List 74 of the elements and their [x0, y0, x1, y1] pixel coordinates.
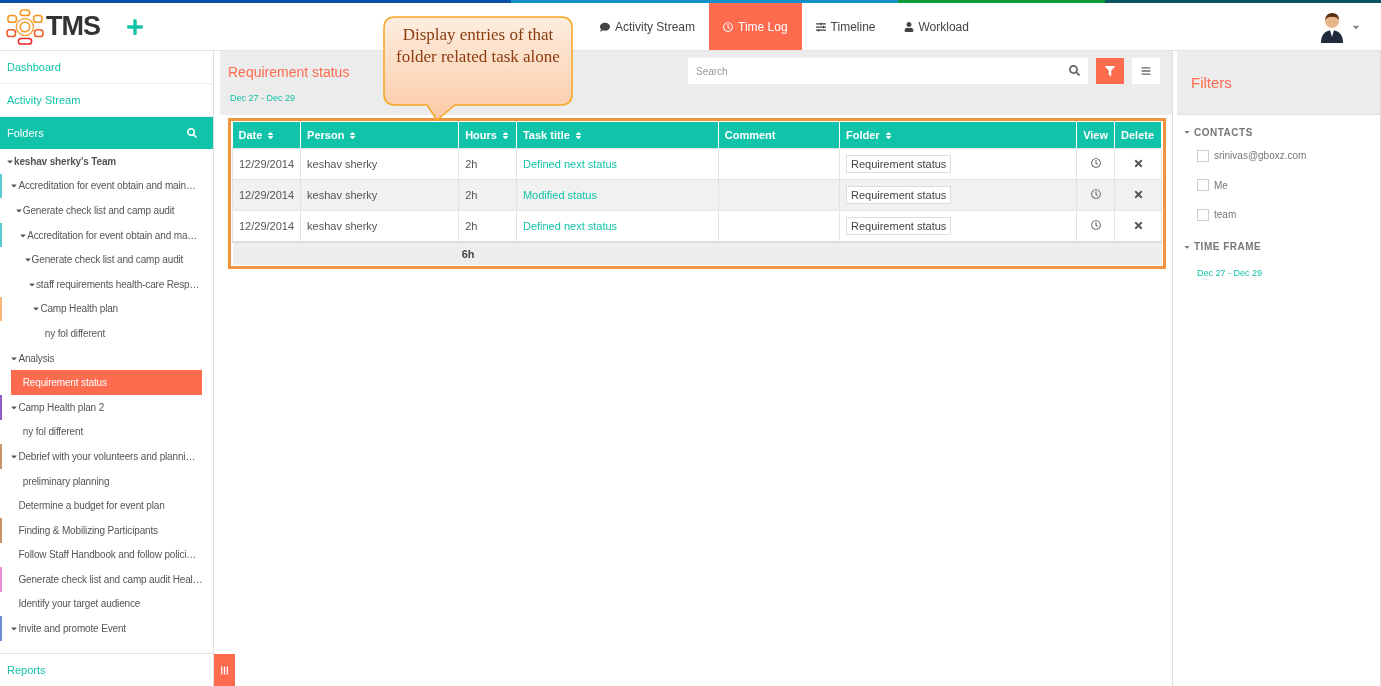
folder-tree-item[interactable]: Determine a budget for event plan: [0, 493, 213, 518]
checkbox-label: srinivas@gboxz.com: [1214, 150, 1307, 162]
folder-tree-item[interactable]: ny fol different: [0, 419, 213, 445]
folder-tree-item[interactable]: Camp Health plan 2: [0, 394, 213, 420]
avatar-icon[interactable]: [1319, 10, 1345, 43]
logo-text: TMS: [46, 11, 100, 42]
checkbox[interactable]: [1197, 208, 1209, 221]
folder-tree-item[interactable]: Accreditation for event obtain and main…: [0, 173, 213, 199]
filter-section-title[interactable]: CONTACTS: [1194, 126, 1253, 138]
table-cell: 2h: [458, 148, 517, 180]
menu-icon: [1141, 66, 1151, 76]
column-header: View: [1076, 122, 1115, 149]
column-header: Delete: [1114, 122, 1162, 149]
page-title: Requirement status: [228, 64, 350, 80]
comment-icon: [600, 21, 610, 32]
folder-tree-item[interactable]: Debrief with your volunteers and planni…: [0, 444, 213, 469]
checkbox-label: Me: [1214, 179, 1228, 191]
search-icon[interactable]: [1069, 65, 1080, 76]
filter-icon: [1105, 66, 1115, 76]
folder-tree-item[interactable]: staff requirements health-care Resp…: [0, 271, 213, 297]
clock-icon[interactable]: [1090, 189, 1101, 199]
date-range: Dec 27 - Dec 29: [1196, 266, 1264, 278]
folder-tree-item[interactable]: Follow Staff Handbook and follow polici…: [0, 542, 213, 568]
sliders-icon: [815, 21, 826, 32]
table-cell: keshav sherky: [300, 210, 459, 242]
folder-tag: Requirement status: [845, 186, 952, 204]
caret-down-icon[interactable]: [14, 206, 23, 215]
nav-tab[interactable]: Workload: [889, 3, 983, 50]
filter-section-title[interactable]: TIME FRAME: [1194, 241, 1262, 252]
table-cell: 12/29/2014: [232, 210, 301, 242]
close-icon[interactable]: [1132, 219, 1144, 231]
column-header: Comment: [718, 122, 840, 149]
folder-tree-item[interactable]: Finding & Mobilizing Participants: [0, 517, 213, 543]
folder-tree-item[interactable]: keshav sherky's Team: [0, 149, 213, 174]
table-cell: 12/29/2014: [232, 148, 301, 180]
menu-button[interactable]: [1132, 58, 1160, 84]
search-field[interactable]: Search: [688, 58, 1088, 84]
checkbox[interactable]: [1197, 179, 1209, 192]
folder-tree-item[interactable]: Analysis: [0, 345, 213, 371]
table-cell: 2h: [458, 210, 517, 242]
resize-handle[interactable]: [214, 654, 235, 686]
folder-tree-item[interactable]: ny fol different: [0, 321, 213, 346]
callout-text: Display entries of that folder related task alone: [395, 24, 561, 68]
table-cell: 12/29/2014: [232, 179, 301, 211]
clock-icon: [723, 21, 733, 32]
table-cell: keshav sherky: [300, 179, 459, 211]
folder-tree-item[interactable]: preliminary planning: [0, 468, 213, 494]
logo-icon: [6, 7, 44, 46]
folder-tree-item[interactable]: Identify your target audience: [0, 591, 213, 617]
close-icon[interactable]: [1132, 188, 1144, 200]
clock-icon[interactable]: [1090, 158, 1101, 168]
total-hours: 6h: [458, 242, 517, 265]
checkbox-label: team: [1214, 209, 1237, 221]
folder-tree-item[interactable]: Camp Health plan: [0, 296, 213, 322]
user-icon: [903, 21, 914, 32]
clock-icon[interactable]: [1090, 220, 1101, 230]
close-icon[interactable]: [1132, 157, 1144, 169]
folder-tree-item[interactable]: Accreditation for event obtain and ma…: [0, 222, 213, 248]
nav-tab[interactable]: Timeline: [801, 3, 890, 50]
date-range: Dec 27 - Dec 29: [229, 93, 297, 103]
folder-tag: Requirement status: [845, 155, 952, 173]
caret-down-icon[interactable]: [1183, 128, 1191, 136]
table-cell: 2h: [458, 179, 517, 211]
checkbox[interactable]: [1197, 149, 1209, 162]
filters-title: Filters: [1191, 74, 1232, 91]
folder-tree-item[interactable]: Generate check list and camp audit: [0, 198, 213, 223]
folder-tree-item[interactable]: Generate check list and camp audit: [0, 247, 213, 272]
nav-tab[interactable]: Activity Stream: [586, 3, 709, 50]
folder-tree-item[interactable]: Invite and promote Event: [0, 616, 213, 641]
folders-title: Folders: [7, 127, 44, 139]
filter-button[interactable]: [1096, 58, 1124, 84]
table-cell: keshav sherky: [300, 148, 459, 180]
folder-tree-item[interactable]: Generate check list and camp audit Heal…: [0, 567, 213, 592]
folder-tag: Requirement status: [845, 217, 952, 235]
